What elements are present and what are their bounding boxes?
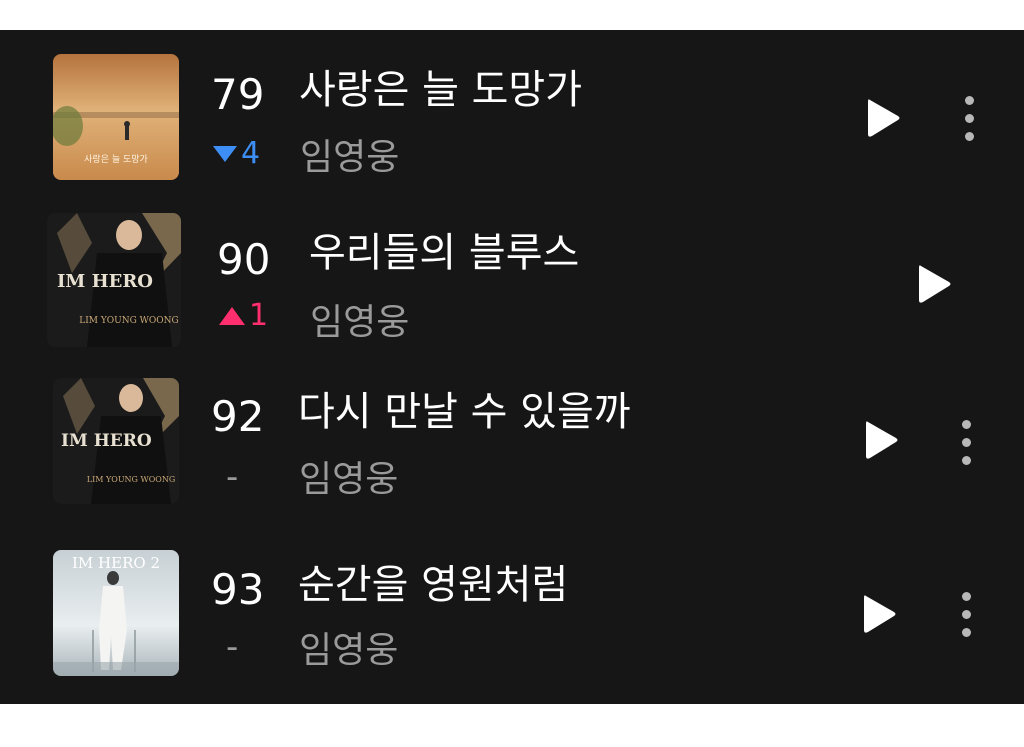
more-vertical-icon[interactable] (956, 420, 976, 470)
svg-text:LIM YOUNG WOONG: LIM YOUNG WOONG (79, 316, 179, 326)
play-icon[interactable] (862, 418, 902, 462)
list-item[interactable]: IM HERO LIM YOUNG WOONG 90 1 우리들의 블루스 임영… (0, 205, 1024, 347)
album-art[interactable]: IM HERO LIM YOUNG WOONG (53, 378, 179, 504)
artist-name[interactable]: 임영웅 (310, 305, 409, 341)
chart-list: 사랑은 늘 도망가 79 4 사랑은 늘 도망가 임영웅 IM HERO LIM… (0, 30, 1024, 704)
play-icon[interactable] (860, 592, 900, 636)
rank-number: 93 (211, 565, 265, 614)
rank-number: 90 (217, 235, 271, 284)
svg-text:IM HERO: IM HERO (57, 271, 153, 292)
rank-change-down: 4 (213, 139, 260, 169)
rank-number: 92 (211, 392, 265, 441)
rank-change-value: 4 (241, 136, 261, 171)
rank-change-value: 1 (249, 298, 269, 333)
more-vertical-icon[interactable] (956, 592, 976, 642)
album-art[interactable]: 사랑은 늘 도망가 (53, 54, 179, 180)
rank-change-same: - (226, 630, 238, 664)
up-arrow-icon (219, 307, 245, 325)
song-title: 우리들의 블루스 (309, 230, 580, 276)
song-title: 사랑은 늘 도망가 (299, 67, 583, 113)
svg-text:IM HERO: IM HERO (61, 431, 152, 451)
play-icon[interactable] (915, 262, 955, 306)
more-vertical-icon[interactable] (959, 96, 979, 146)
svg-text:IM HERO 2: IM HERO 2 (72, 554, 160, 572)
album-art[interactable]: IM HERO LIM YOUNG WOONG (47, 213, 181, 347)
artist-name[interactable]: 임영웅 (299, 462, 398, 498)
svg-text:사랑은 늘 도망가: 사랑은 늘 도망가 (84, 153, 148, 165)
rank-change-value: - (226, 627, 239, 667)
list-item[interactable]: IM HERO 2 93 - 순간을 영원처럼 임영웅 (0, 540, 1024, 680)
song-title: 다시 만날 수 있을까 (298, 389, 631, 435)
rank-change-value: - (226, 457, 239, 497)
svg-text:LIM YOUNG WOONG: LIM YOUNG WOONG (87, 475, 175, 484)
list-item[interactable]: IM HERO LIM YOUNG WOONG 92 - 다시 만날 수 있을까… (0, 370, 1024, 510)
artist-name[interactable]: 임영웅 (299, 633, 398, 669)
rank-number: 79 (211, 70, 265, 119)
down-arrow-icon (213, 146, 237, 162)
play-icon[interactable] (864, 96, 904, 140)
rank-change-up: 1 (219, 301, 268, 331)
rank-change-same: - (226, 460, 238, 494)
artist-name[interactable]: 임영웅 (300, 140, 399, 176)
list-item[interactable]: 사랑은 늘 도망가 79 4 사랑은 늘 도망가 임영웅 (0, 44, 1024, 184)
song-title: 순간을 영원처럼 (298, 562, 569, 608)
album-art[interactable]: IM HERO 2 (53, 550, 179, 676)
